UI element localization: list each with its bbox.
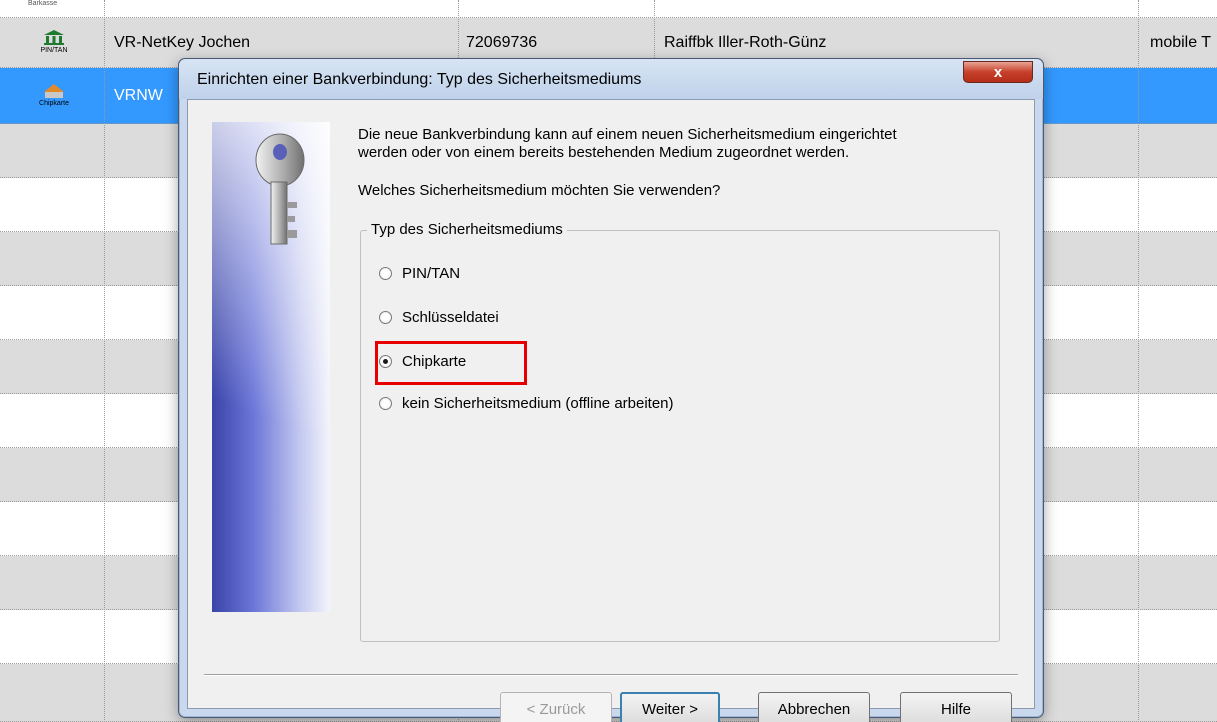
- wizard-banner: [212, 122, 330, 612]
- radio-schluesseldatei[interactable]: Schlüsseldatei: [379, 309, 499, 326]
- row-icon-cell: PIN/TAN: [4, 18, 104, 67]
- row-icon-label: Chipkarte: [39, 100, 69, 107]
- radio-circle-icon[interactable]: [379, 311, 392, 324]
- key-icon: [255, 133, 305, 245]
- back-button[interactable]: < Zurück: [500, 692, 612, 722]
- radio-offline[interactable]: kein Sicherheitsmedium (offline arbeiten…: [379, 395, 674, 412]
- highlight-box: [375, 341, 527, 385]
- dialog-title: Einrichten einer Bankverbindung: Typ des…: [197, 71, 642, 88]
- group-label: Typ des Sicherheitsmediums: [367, 221, 567, 238]
- row-top-label: Barkasse: [28, 0, 58, 7]
- intro-line-2: werden oder von einem bereits bestehende…: [358, 144, 850, 161]
- question-text: Welches Sicherheitsmedium möchten Sie ve…: [358, 182, 721, 199]
- radio-label: Schlüsseldatei: [402, 309, 499, 326]
- dialog-titlebar[interactable]: Einrichten einer Bankverbindung: Typ des…: [179, 59, 1043, 99]
- radio-chipkarte[interactable]: Chipkarte: [375, 341, 527, 385]
- radio-circle-icon[interactable]: [379, 267, 392, 280]
- row-name: VRNW: [114, 86, 163, 104]
- radio-pin-tan[interactable]: PIN/TAN: [379, 265, 460, 282]
- row-icon-label: PIN/TAN: [40, 47, 68, 54]
- dialog-body: Die neue Bankverbindung kann auf einem n…: [187, 99, 1035, 722]
- table-row[interactable]: Barkasse: [0, 0, 1217, 18]
- radio-label: PIN/TAN: [402, 265, 461, 282]
- cancel-button[interactable]: Abbrechen: [758, 692, 870, 722]
- row-extra: mobile T: [1150, 33, 1212, 51]
- radio-circle-icon[interactable]: [379, 355, 392, 368]
- next-button[interactable]: Weiter >: [620, 692, 720, 722]
- button-separator: [204, 674, 1018, 676]
- radio-circle-icon[interactable]: [379, 397, 392, 410]
- chipcard-icon: [43, 83, 65, 99]
- column-divider: [104, 0, 105, 722]
- security-medium-group: Typ des Sicherheitsmediums PIN/TAN Schlü…: [360, 221, 1000, 642]
- row-icon-cell: Chipkarte: [4, 68, 104, 123]
- security-medium-dialog: Einrichten einer Bankverbindung: Typ des…: [178, 58, 1044, 722]
- help-button[interactable]: Hilfe: [900, 692, 1012, 722]
- close-button[interactable]: x: [963, 61, 1033, 83]
- radio-label: kein Sicherheitsmedium (offline arbeiten…: [402, 395, 674, 412]
- close-icon: x: [993, 63, 1003, 81]
- intro-line-1: Die neue Bankverbindung kann auf einem n…: [358, 126, 897, 143]
- column-divider: [1138, 0, 1139, 722]
- bank-icon: [43, 30, 65, 46]
